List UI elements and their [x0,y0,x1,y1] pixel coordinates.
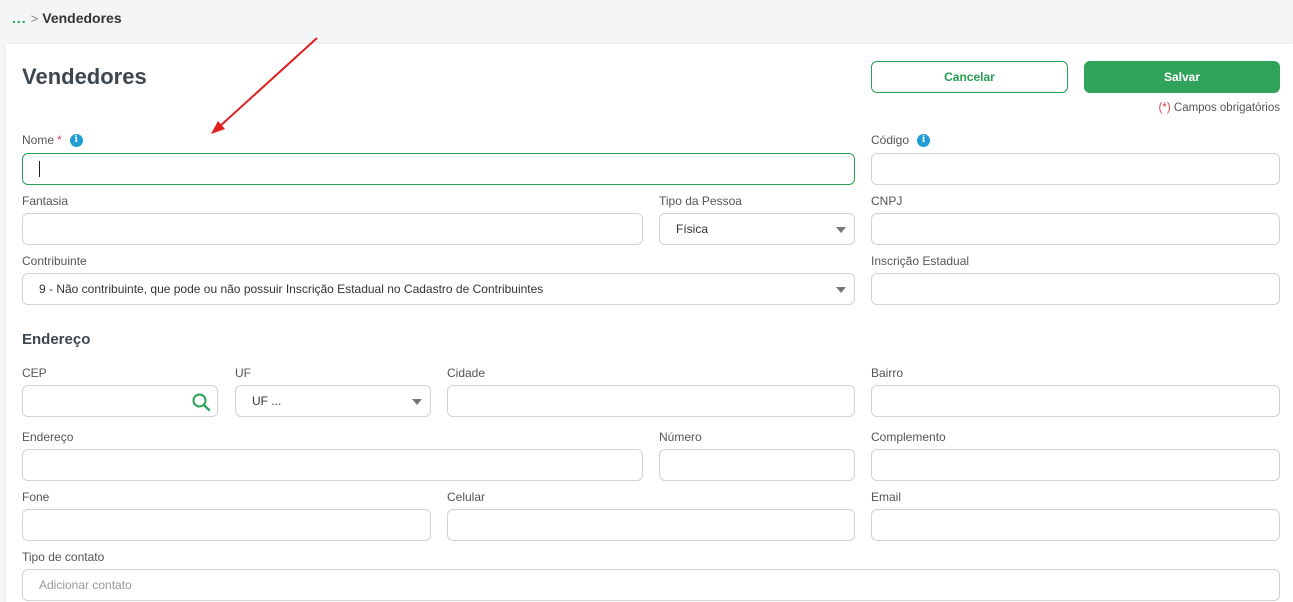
codigo-label-text: Código [871,133,910,147]
required-fields-note: (*) Campos obrigatórios [1159,102,1280,114]
codigo-label: Código i [871,133,931,147]
codigo-input[interactable] [871,153,1280,185]
endereco-input[interactable] [22,449,643,481]
endereco-section-title: Endereço [22,331,91,348]
celular-input[interactable] [447,509,855,541]
nome-input[interactable] [22,153,855,185]
search-icon[interactable] [191,392,211,412]
uf-select[interactable]: UF ... [235,385,431,417]
nome-label: Nome * i [22,133,83,147]
tipo-pessoa-label: Tipo da Pessoa [659,194,742,208]
fone-label: Fone [22,490,50,504]
numero-label: Número [659,430,702,444]
numero-input[interactable] [659,449,855,481]
cidade-label: Cidade [447,366,486,380]
cep-label: CEP [22,366,47,380]
tipo-contato-placeholder: Adicionar contato [39,578,132,592]
bairro-label: Bairro [871,366,904,380]
cidade-input[interactable] [447,385,855,417]
uf-label: UF [235,366,251,380]
page-title: Vendedores [22,64,147,89]
email-input[interactable] [871,509,1280,541]
breadcrumb-ellipsis[interactable]: ... [12,10,27,26]
chevron-down-icon [412,399,422,405]
tipo-contato-input[interactable]: Adicionar contato [22,569,1280,601]
contribuinte-select[interactable]: 9 - Não contribuinte, que pode ou não po… [22,273,855,305]
cancel-button[interactable]: Cancelar [871,61,1068,93]
text-cursor [39,161,40,177]
tipo-pessoa-select[interactable]: Física [659,213,855,245]
celular-label: Celular [447,490,486,504]
cep-input[interactable] [22,385,218,417]
save-button[interactable]: Salvar [1084,61,1280,93]
inscricao-estadual-label: Inscrição Estadual [871,254,970,268]
complemento-input[interactable] [871,449,1280,481]
cnpj-input[interactable] [871,213,1280,245]
info-icon[interactable]: i [69,133,83,147]
breadcrumb: ... > Vendedores [12,10,122,26]
required-asterisk: (*) [1158,102,1171,114]
tipo-pessoa-value: Física [676,222,709,236]
nome-label-text: Nome [22,133,55,147]
cnpj-label: CNPJ [871,194,903,208]
fantasia-input[interactable] [22,213,643,245]
breadcrumb-separator-icon: > [30,10,39,26]
tipo-contato-label: Tipo de contato [22,550,105,564]
endereco-label: Endereço [22,430,74,444]
breadcrumb-current: Vendedores [42,10,122,26]
contribuinte-label: Contribuinte [22,254,87,268]
email-label: Email [871,490,902,504]
required-marker: * [57,133,62,147]
required-note-text: Campos obrigatórios [1170,102,1280,114]
info-icon[interactable]: i [917,133,931,147]
fone-input[interactable] [22,509,431,541]
inscricao-estadual-input[interactable] [871,273,1280,305]
chevron-down-icon [836,227,846,233]
fantasia-label: Fantasia [22,194,69,208]
uf-value: UF ... [252,394,282,408]
chevron-down-icon [836,287,846,293]
contribuinte-value: 9 - Não contribuinte, que pode ou não po… [39,282,544,296]
bairro-input[interactable] [871,385,1280,417]
complemento-label: Complemento [871,430,946,444]
